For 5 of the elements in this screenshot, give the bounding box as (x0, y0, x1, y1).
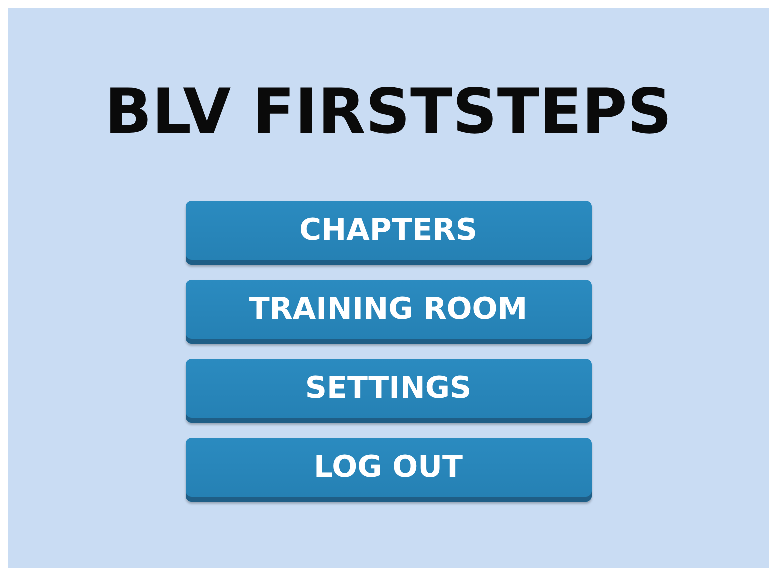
menu-button[interactable]: LOG OUT (186, 438, 592, 502)
menu-button[interactable]: SETTINGS (186, 359, 592, 423)
app-title: BLV FIRSTSTEPS (104, 74, 672, 150)
menu-button[interactable]: TRAINING ROOM (186, 280, 592, 344)
menu-button[interactable]: CHAPTERS (186, 201, 592, 265)
